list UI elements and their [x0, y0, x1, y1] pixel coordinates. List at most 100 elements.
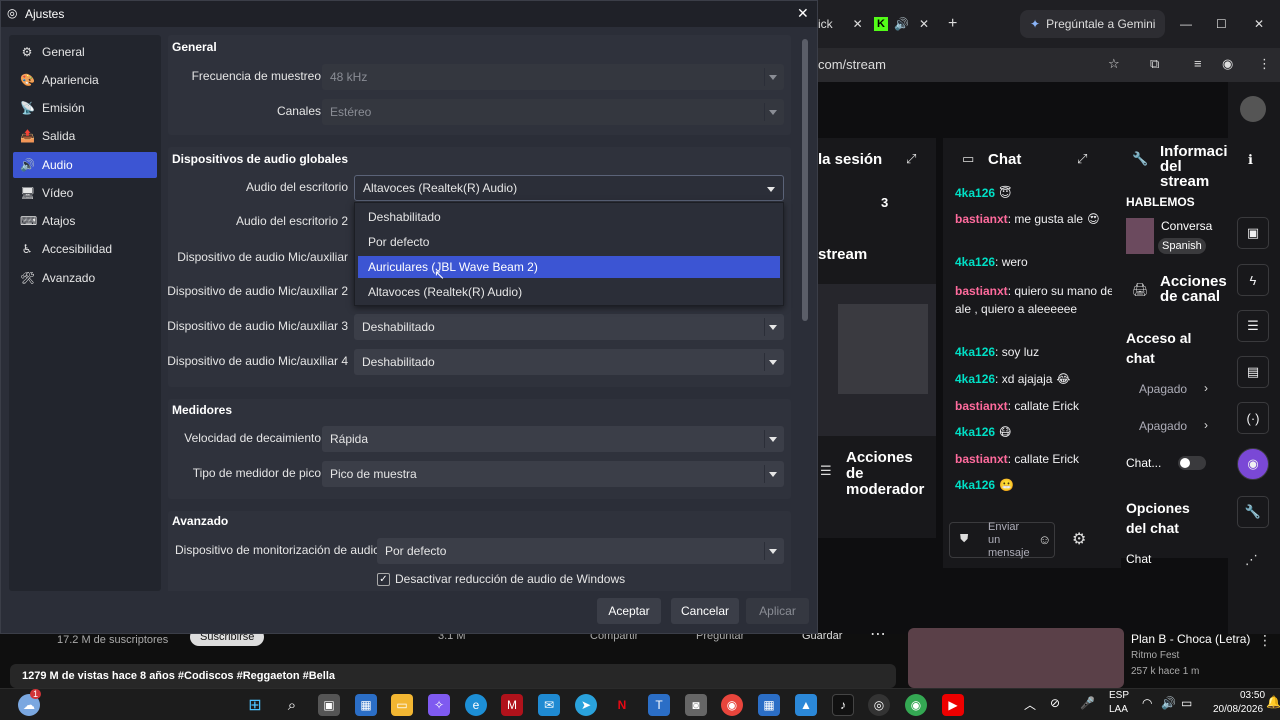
mic-off-icon[interactable]: ⊘	[1050, 696, 1060, 710]
language-top[interactable]: ESP	[1109, 690, 1129, 701]
cancel-button[interactable]: Cancelar	[671, 598, 739, 624]
monitor-select[interactable]: Por defecto	[377, 538, 784, 564]
new-tab-button[interactable]: +	[948, 10, 957, 38]
dropdown-option[interactable]: Por defecto	[358, 231, 780, 253]
close-tab-icon[interactable]: ✕	[919, 17, 929, 31]
nav-item-general[interactable]: ⚙ General	[13, 39, 157, 65]
mic-4-select[interactable]: Deshabilitado	[354, 349, 784, 375]
dropdown-option[interactable]: Altavoces (Realtek(R) Audio)	[358, 281, 780, 303]
chevron-right-icon[interactable]: ›	[1204, 381, 1208, 395]
apply-button[interactable]: Aplicar	[746, 598, 809, 624]
bookmark-star-icon[interactable]: ☆	[1108, 56, 1120, 72]
nav-item-avanzado[interactable]: 🛠 Avanzado	[13, 265, 157, 291]
next-video-thumbnail[interactable]	[908, 628, 1124, 688]
user-avatar[interactable]	[1240, 96, 1266, 122]
chat-input[interactable]: ⛊ Enviar un mensaje ☺	[949, 521, 1055, 559]
monitor-icon[interactable]: ▣	[1237, 217, 1269, 249]
chat-username[interactable]: 4ka126	[955, 425, 995, 439]
chat-username[interactable]: 4ka126	[955, 372, 995, 386]
chat-popout-icon[interactable]: ⤢	[1077, 151, 1087, 167]
task-view-icon[interactable]: ▣	[318, 694, 340, 716]
chat-username[interactable]: bastianxt	[955, 452, 1008, 466]
file-explorer-icon[interactable]: ▭	[391, 694, 413, 716]
nav-item-salida[interactable]: 📤 Salida	[13, 123, 157, 149]
channels-select[interactable]: Estéreo	[322, 99, 784, 125]
content-scrollbar[interactable]	[801, 37, 809, 591]
nav-item-emision[interactable]: 📡 Emisión	[13, 95, 157, 121]
message-icon[interactable]: ▤	[1237, 356, 1269, 388]
description-box[interactable]: 1279 M de vistas hace 8 años #Codiscos #…	[10, 664, 896, 688]
chrome-2-icon[interactable]: ◉	[905, 694, 927, 716]
chat-settings-icon[interactable]: ⚙	[1072, 529, 1086, 549]
more-options-icon[interactable]: ⋯	[870, 624, 886, 644]
share-icon[interactable]: ⋰	[1245, 552, 1258, 568]
microphone-icon[interactable]: 🎤	[1080, 696, 1095, 710]
youtube-icon[interactable]: ▶	[942, 694, 964, 716]
close-tab-icon[interactable]: ✕	[853, 17, 863, 31]
setting-value-off-2[interactable]: Apagado	[1139, 419, 1187, 433]
mcafee-icon[interactable]: M	[501, 694, 523, 716]
accept-button[interactable]: Aceptar	[597, 598, 661, 624]
gemini-button[interactable]: ✦ Pregúntale a Gemini	[1020, 10, 1166, 38]
next-video-title[interactable]: Plan B - Choca (Letra)	[1131, 632, 1250, 646]
chrome-icon[interactable]: ◉	[721, 694, 743, 716]
chat-username[interactable]: bastianxt	[955, 399, 1008, 413]
lightning-icon[interactable]: ϟ	[1237, 264, 1269, 296]
battery-icon[interactable]: ▭	[1181, 696, 1192, 710]
chat-username[interactable]: 4ka126	[955, 345, 995, 359]
notification-bell-icon[interactable]: 🔔	[1266, 695, 1280, 709]
media-controls-icon[interactable]: ≡	[1194, 56, 1202, 71]
windows-start-icon[interactable]: ⊞	[244, 694, 266, 716]
chat-username[interactable]: 4ka126	[955, 255, 995, 269]
nav-item-accesibilidad[interactable]: ♿ Accesibilidad	[13, 236, 157, 262]
language-bottom[interactable]: LAA	[1109, 704, 1128, 715]
chevron-up-icon[interactable]: ︿	[1024, 696, 1036, 713]
clock-time[interactable]: 03:50	[1240, 690, 1265, 701]
list-icon[interactable]: ☰	[1237, 310, 1269, 342]
mic-3-select[interactable]: Deshabilitado	[354, 314, 784, 340]
profile-icon[interactable]: ◉	[1222, 56, 1233, 72]
chevron-right-icon[interactable]: ›	[1204, 418, 1208, 432]
decay-select[interactable]: Rápida	[322, 426, 784, 452]
netflix-icon[interactable]: N	[611, 694, 633, 716]
chat-username[interactable]: 4ka126	[955, 478, 995, 492]
dropdown-option[interactable]: Auriculares (JBL Wave Beam 2)	[358, 256, 780, 278]
desktop-audio-select[interactable]: Altavoces (Realtek(R) Audio)	[354, 175, 784, 201]
calendar-icon[interactable]: ▦	[758, 694, 780, 716]
chat-username[interactable]: bastianxt	[955, 212, 1008, 226]
chat-toggle[interactable]	[1178, 456, 1206, 470]
edge-icon[interactable]: e	[465, 694, 487, 716]
photos-icon[interactable]: ▲	[795, 694, 817, 716]
extensions-icon[interactable]: ⧉	[1150, 56, 1159, 72]
browser-tab-kick[interactable]: K 🔊 ✕	[874, 10, 929, 38]
camera-icon[interactable]: ◙	[685, 694, 707, 716]
store-icon[interactable]: ▦	[355, 694, 377, 716]
obs-icon[interactable]: ◎	[868, 694, 890, 716]
close-icon[interactable]: ✕	[797, 5, 809, 22]
popout-icon[interactable]: ⤢	[906, 151, 916, 167]
setting-value-off-1[interactable]: Apagado	[1139, 382, 1187, 396]
app-icon[interactable]: ✉	[538, 694, 560, 716]
info-icon[interactable]: ℹ	[1248, 152, 1253, 168]
ducking-checkbox[interactable]: ✓	[377, 573, 390, 586]
volume-icon[interactable]: 🔊	[1161, 696, 1176, 710]
emote-picker-icon[interactable]: ☺	[1038, 532, 1051, 547]
chat-username[interactable]: bastianxt	[955, 284, 1008, 298]
copilot-icon[interactable]: ✧	[428, 694, 450, 716]
sample-rate-select[interactable]: 48 kHz	[322, 64, 784, 90]
teams-icon[interactable]: T	[648, 694, 670, 716]
nav-item-apariencia[interactable]: 🎨 Apariencia	[13, 67, 157, 93]
broadcast-icon[interactable]: (·)	[1237, 402, 1269, 434]
wifi-icon[interactable]: ◠	[1142, 696, 1152, 710]
minimize-window-icon[interactable]: —	[1180, 10, 1192, 38]
wrench-icon[interactable]: 🔧	[1237, 496, 1269, 528]
nav-item-atajos[interactable]: ⌨ Atajos	[13, 208, 157, 234]
close-window-icon[interactable]: ✕	[1254, 10, 1264, 38]
browser-tab-partial[interactable]: ick ✕	[818, 10, 863, 38]
avatar-icon[interactable]: ◉	[1237, 448, 1269, 480]
video-menu-icon[interactable]: ⋮	[1258, 632, 1272, 649]
scroll-thumb[interactable]	[802, 39, 808, 321]
chat-username[interactable]: 4ka126	[955, 186, 995, 200]
maximize-window-icon[interactable]: ☐	[1216, 10, 1227, 38]
tiktok-icon[interactable]: ♪	[832, 694, 854, 716]
